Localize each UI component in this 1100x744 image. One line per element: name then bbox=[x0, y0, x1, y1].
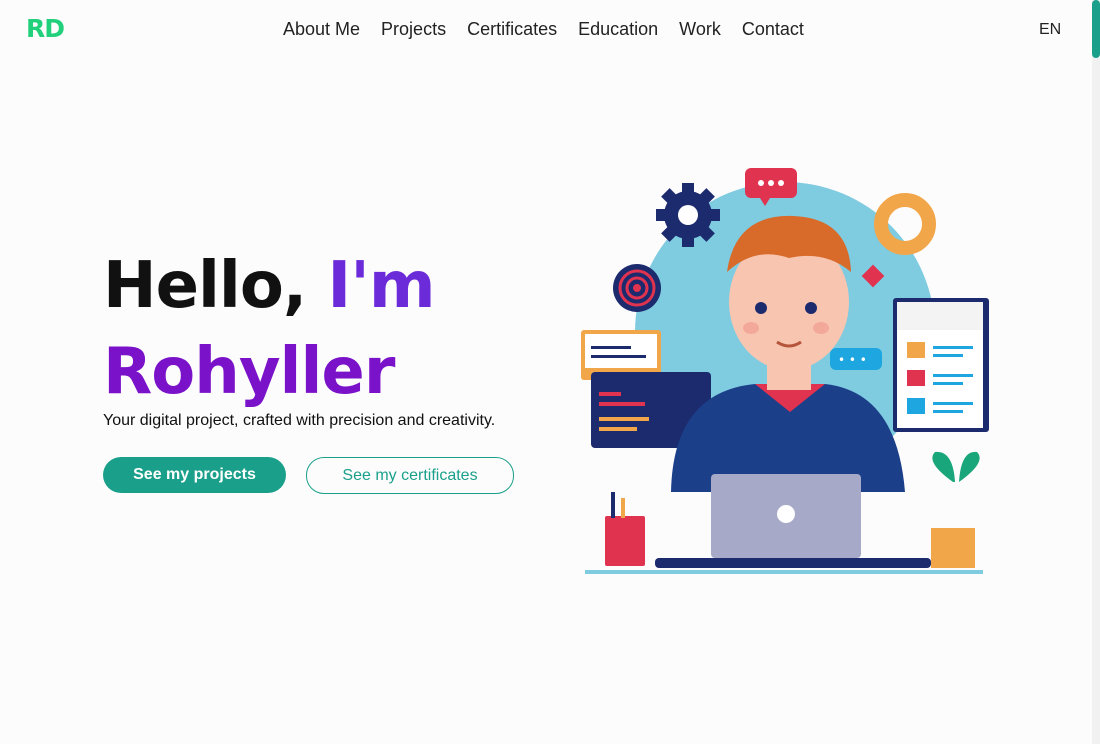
logo[interactable]: RD bbox=[26, 14, 65, 43]
nav-contact[interactable]: Contact bbox=[742, 19, 804, 40]
nav-about-me[interactable]: About Me bbox=[283, 19, 360, 40]
scrollbar-track[interactable] bbox=[1092, 0, 1100, 744]
hero-tagline: Your digital project, crafted with preci… bbox=[103, 412, 496, 429]
target-icon bbox=[613, 264, 661, 312]
hero-greeting: Hello, bbox=[103, 249, 307, 323]
language-switch[interactable]: EN bbox=[1039, 21, 1061, 39]
scrollbar-thumb[interactable] bbox=[1092, 0, 1100, 58]
nav-work[interactable]: Work bbox=[679, 19, 721, 40]
nav-education[interactable]: Education bbox=[578, 19, 658, 40]
see-projects-button[interactable]: See my projects bbox=[103, 457, 286, 493]
nav-projects[interactable]: Projects bbox=[381, 19, 446, 40]
main-nav: About Me Projects Certificates Education… bbox=[283, 19, 825, 40]
hero-name: Rohyller bbox=[103, 335, 395, 409]
hero-im: I'm bbox=[327, 249, 435, 323]
checklist-card bbox=[893, 298, 989, 432]
svg-text:• • •: • • • bbox=[838, 353, 867, 367]
gear-icon bbox=[656, 183, 720, 247]
developer-illustration: • • • bbox=[581, 168, 989, 574]
hero-heading: Hello, I'm Rohyller bbox=[103, 243, 436, 415]
nav-certificates[interactable]: Certificates bbox=[467, 19, 557, 40]
see-certificates-button[interactable]: See my certificates bbox=[306, 457, 514, 494]
